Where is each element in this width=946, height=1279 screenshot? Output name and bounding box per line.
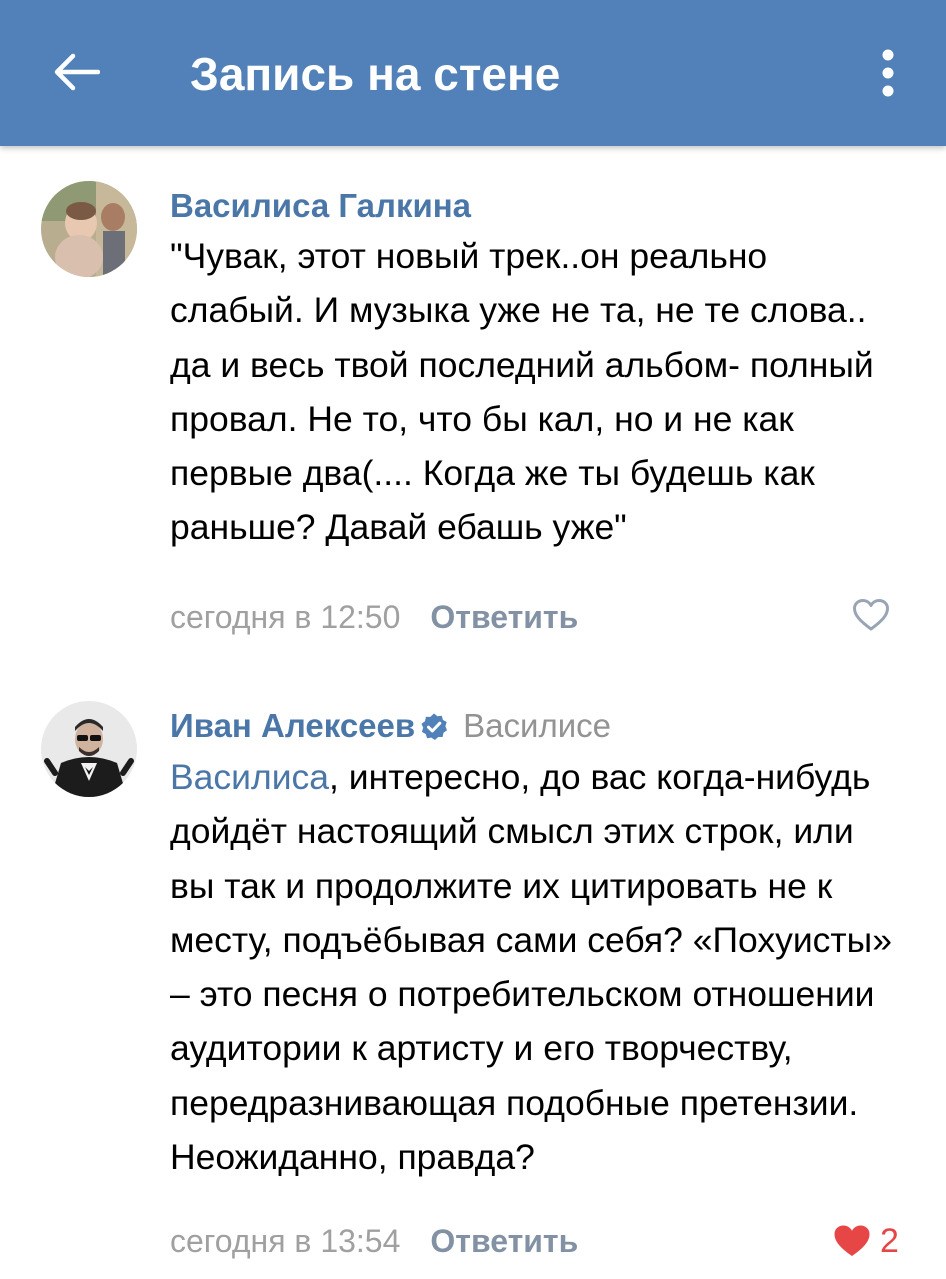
author-line: Василиса Галкина <box>170 184 471 228</box>
reply-button[interactable]: Ответить <box>430 1223 578 1259</box>
comment-time: сегодня в 12:50 <box>170 599 401 635</box>
verified-icon <box>419 709 449 753</box>
avatar[interactable] <box>41 181 137 277</box>
arrow-left-icon <box>54 53 100 91</box>
heart-filled-icon <box>834 1225 870 1256</box>
page-title: Запись на стене <box>190 48 561 100</box>
author-line: Иван Алексеев Василисе <box>170 704 611 753</box>
comment-text: "Чувак, этот новый трек..он реально слаб… <box>170 236 874 548</box>
author-name[interactable]: Иван Алексеев <box>170 707 415 744</box>
avatar[interactable] <box>41 701 137 797</box>
app-bar: Запись на стене <box>0 0 946 146</box>
comment-time: сегодня в 13:54 <box>170 1223 401 1259</box>
like-button[interactable]: 2 <box>832 1221 899 1261</box>
avatar-photo-baby <box>41 181 137 277</box>
back-button[interactable] <box>40 36 112 108</box>
like-count: 2 <box>880 1222 899 1260</box>
comment-meta: сегодня в 13:54 Ответить <box>170 1221 578 1261</box>
comment-text: Василиса, интересно, до вас когда-нибудь… <box>170 750 900 1184</box>
heart-outline-icon <box>853 599 889 631</box>
comment-meta: сегодня в 12:50 Ответить <box>170 597 578 637</box>
avatar-photo-man <box>41 701 137 797</box>
author-name[interactable]: Василиса Галкина <box>170 187 471 224</box>
like-button[interactable] <box>852 598 890 632</box>
comment-body: , интересно, до вас когда-нибудь дойдёт … <box>170 757 892 1178</box>
reply-to-name[interactable]: Василисе <box>463 707 611 744</box>
reply-button[interactable]: Ответить <box>430 599 578 635</box>
mention-link[interactable]: Василиса <box>170 757 329 797</box>
more-options-button[interactable] <box>860 40 916 106</box>
more-vertical-icon <box>882 49 894 97</box>
